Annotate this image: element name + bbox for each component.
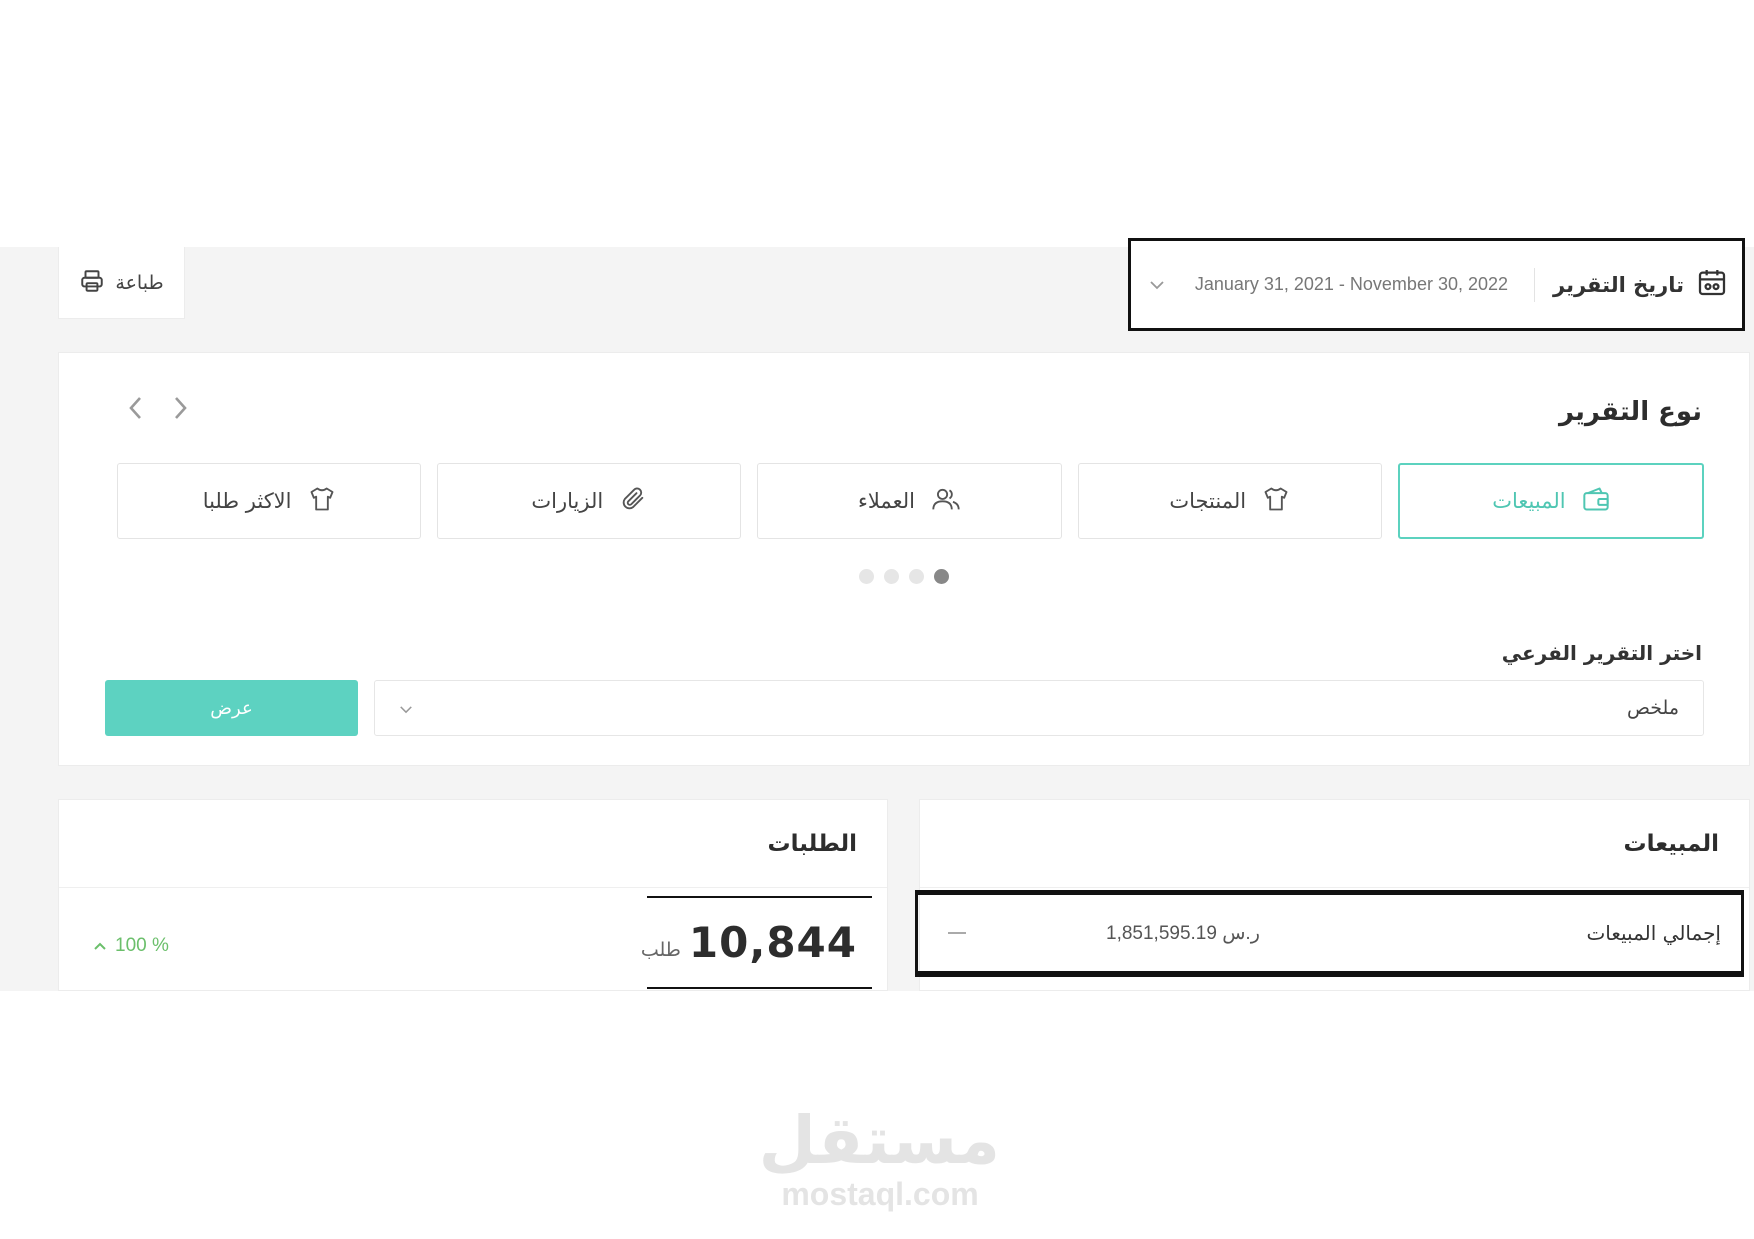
watermark-arabic: مستقل [758,1102,1000,1179]
tshirt-icon [308,486,336,517]
printer-icon [79,268,105,298]
date-filter-title: تاريخ التقرير [1534,266,1728,303]
date-filter-label: تاريخ التقرير [1553,272,1684,297]
chevron-down-icon [399,699,413,718]
carousel-dot[interactable] [859,569,874,584]
report-type-tabs: المبيعات المنتجات العملاء الزيارات الاكث… [116,463,1704,539]
print-button[interactable]: طباعة [58,247,185,319]
chevron-left-icon[interactable] [121,391,149,425]
watermark-latin: mostaql.com [781,1176,979,1212]
total-sales-row: 1,851,595.19 ر.س إجمالي المبيعات [915,890,1744,977]
tshirt-icon [1262,486,1290,517]
sales-card-header: المبيعات [920,800,1749,888]
tab-label: الاكثر طلبا [202,489,292,513]
tab-visits[interactable]: الزيارات [437,463,742,539]
tab-sales[interactable]: المبيعات [1397,463,1704,539]
report-page: طباعة تاريخ التقرير January 31, 2021 - N… [0,0,1754,1239]
sub-report-selected: ملخص [1626,697,1679,719]
tab-label: الزيارات [531,489,604,513]
carousel-dot[interactable] [884,569,899,584]
carousel-dot[interactable] [934,569,949,584]
paperclip-icon [619,485,647,518]
dash-icon [948,932,966,934]
report-date-filter[interactable]: تاريخ التقرير January 31, 2021 - Novembe… [1128,238,1745,331]
sub-report-select[interactable]: ملخص [374,680,1704,736]
calendar-icon [1696,266,1728,303]
date-range-value: January 31, 2021 - November 30, 2022 [1194,274,1509,294]
orders-count: 10,844 [688,918,857,967]
print-label: طباعة [115,271,164,294]
total-sales-label: إجمالي المبيعات [1586,921,1721,945]
sales-title: المبيعات [1623,830,1719,857]
chevron-down-icon[interactable] [1149,275,1165,294]
tab-products[interactable]: المنتجات [1077,463,1382,539]
wallet-icon [1582,486,1610,517]
sales-card: المبيعات 1,851,595.19 ر.س إجمالي المبيعا… [915,799,1750,991]
carousel-dot[interactable] [909,569,924,584]
users-icon [931,486,961,517]
mostaql-watermark: مستقل mostaql.com [758,1102,1000,1213]
sub-report-label: اختر التقرير الفرعي [1501,641,1702,665]
orders-unit: طلب [640,938,681,961]
carousel-arrows [121,391,195,425]
orders-card: الطلبات 100 % طلب 10,844 [58,799,888,991]
report-type-title: نوع التقرير [1559,397,1702,427]
orders-value-box: طلب 10,844 [641,896,872,989]
tab-customers[interactable]: العملاء [757,463,1062,539]
tab-most-ordered[interactable]: الاكثر طلبا [116,463,422,539]
orders-change: 100 % [93,935,169,957]
show-button[interactable]: عرض [105,680,358,736]
orders-card-header: الطلبات [59,800,887,888]
tab-label: المنتجات [1169,489,1247,513]
total-sales-value: 1,851,595.19 ر.س [1106,922,1260,944]
tab-label: العملاء [858,489,915,513]
report-type-card: نوع التقرير المبيعات المنتجات العملاء ال… [58,352,1750,766]
chevron-up-icon [93,935,107,957]
chevron-right-icon[interactable] [167,391,195,425]
orders-change-value: 100 % [115,935,169,956]
orders-title: الطلبات [767,830,857,857]
tab-label: المبيعات [1492,489,1566,513]
